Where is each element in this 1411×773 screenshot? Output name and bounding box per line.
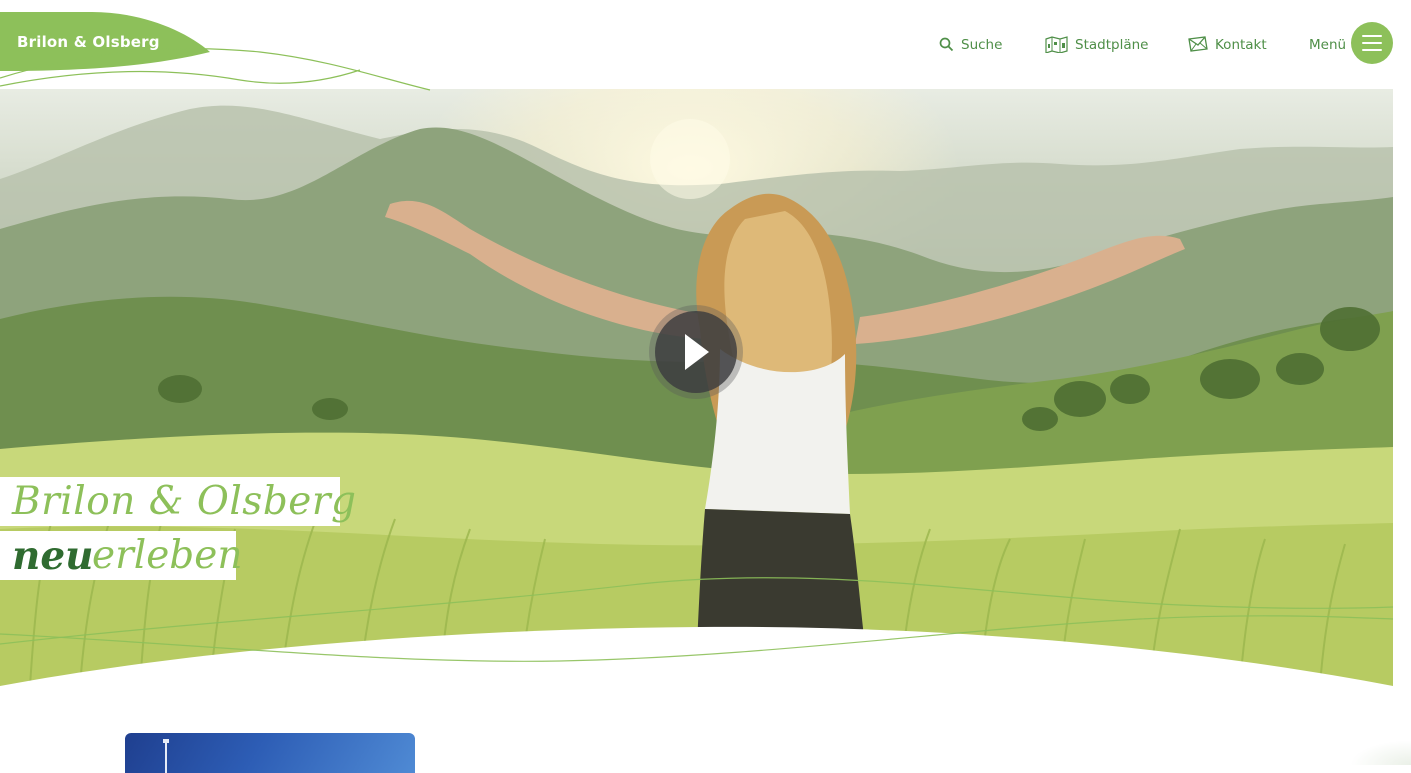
logo[interactable]: Brilon & Olsberg: [17, 33, 160, 51]
menu-button[interactable]: [1351, 22, 1393, 64]
hamburger-icon-line: [1362, 49, 1382, 51]
contact-link[interactable]: Kontakt: [1188, 36, 1267, 53]
nav-search[interactable]: Suche: [939, 0, 1002, 89]
headline-text-2a: neu: [12, 533, 94, 579]
menu-label[interactable]: Menü: [1309, 37, 1346, 53]
headline-box-2: neu erleben: [0, 531, 242, 580]
hamburger-icon-line: [1362, 42, 1382, 44]
envelope-icon: [1188, 36, 1208, 52]
tower-mast: [165, 741, 167, 773]
search-link[interactable]: Suche: [939, 37, 1002, 53]
search-icon: [939, 37, 954, 52]
map-icon: [1045, 36, 1068, 53]
teaser-card-image[interactable]: [125, 733, 415, 773]
nav-menu[interactable]: Menü: [1309, 0, 1346, 89]
search-label: Suche: [961, 36, 1003, 53]
play-icon: [685, 334, 709, 370]
nav-contact[interactable]: Kontakt: [1188, 0, 1267, 89]
headline-text-2b: erleben: [92, 533, 243, 578]
contact-label: Kontakt: [1215, 36, 1267, 53]
headline-box-1: Brilon & Olsberg: [0, 477, 356, 526]
play-video-button[interactable]: [649, 305, 743, 399]
site-header: Brilon & Olsberg Suche Stadtpläne Kontak…: [0, 0, 1411, 91]
headline-text-1: Brilon & Olsberg: [12, 479, 357, 524]
corner-decoration: [1350, 740, 1411, 765]
nav-maps[interactable]: Stadtpläne: [1045, 0, 1148, 89]
maps-link[interactable]: Stadtpläne: [1045, 36, 1148, 53]
hamburger-icon: [1362, 35, 1382, 37]
maps-label: Stadtpläne: [1075, 36, 1149, 53]
